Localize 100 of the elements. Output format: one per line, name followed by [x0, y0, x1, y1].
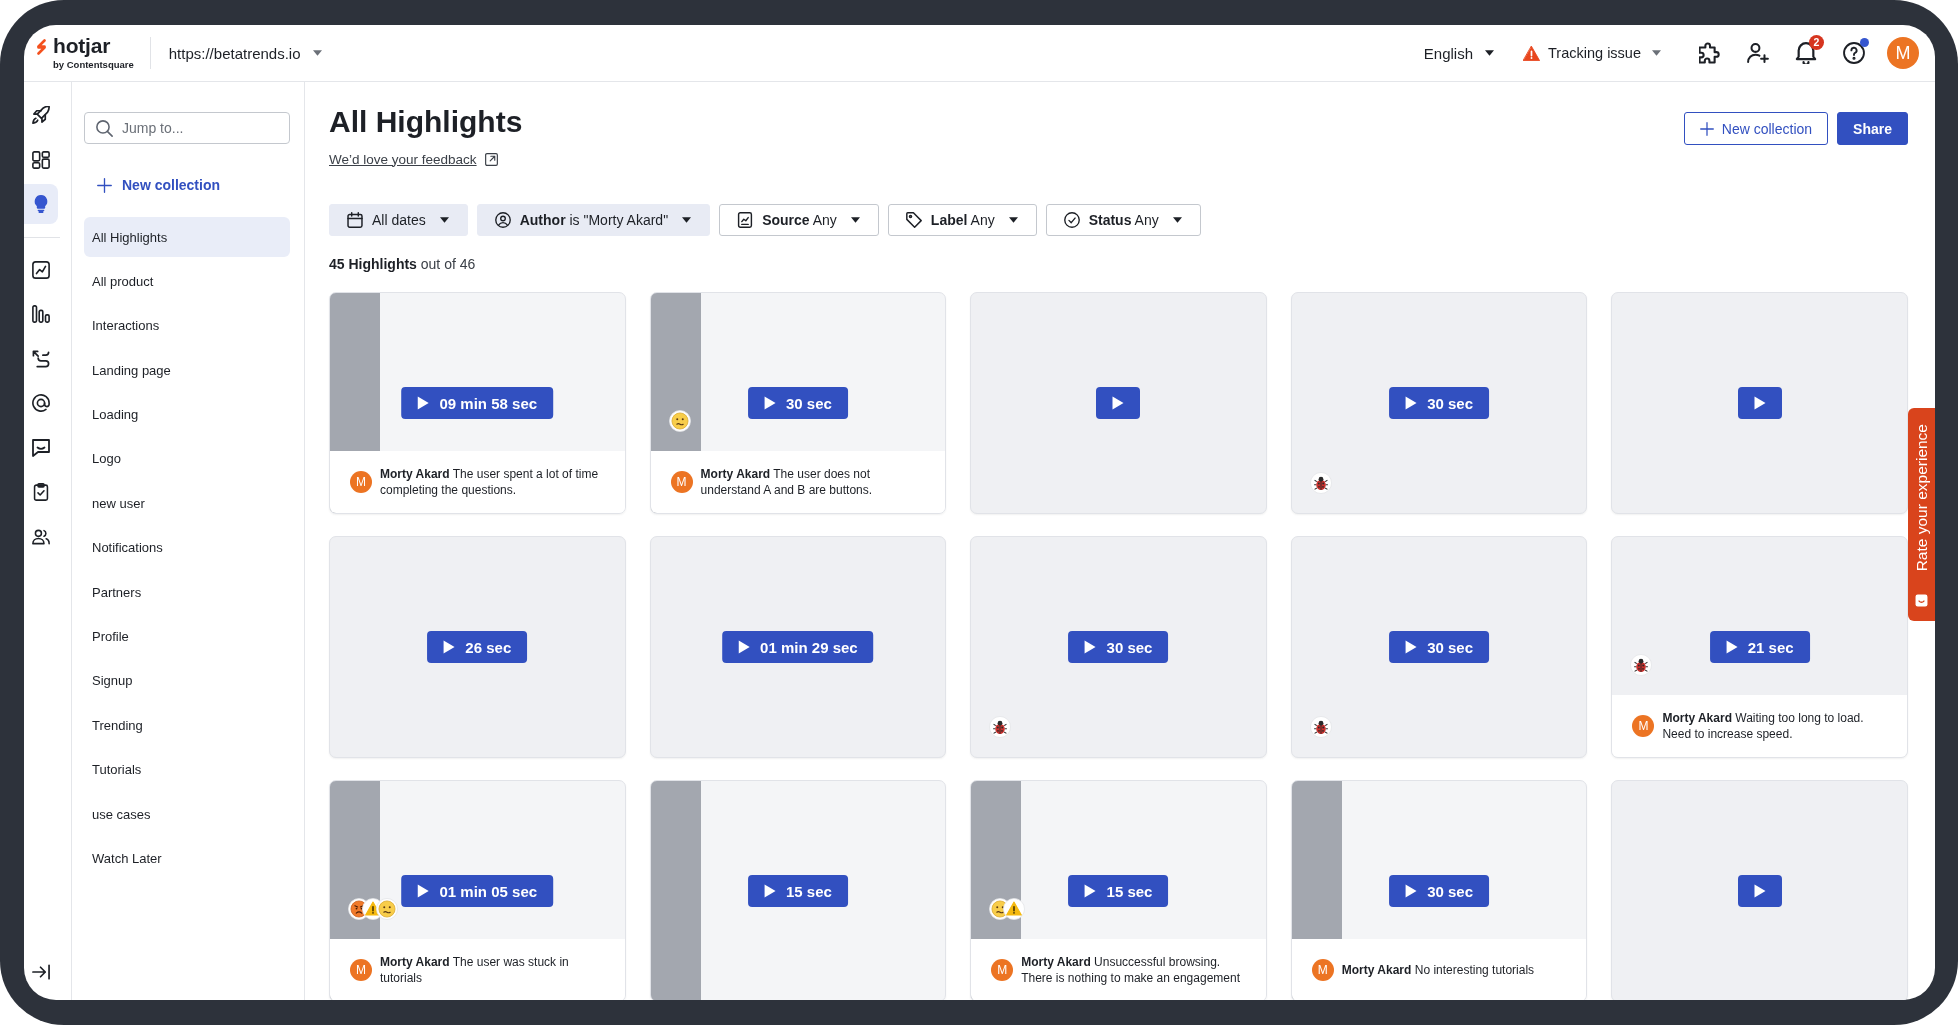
external-link-icon	[484, 152, 498, 166]
route-icon	[32, 349, 50, 368]
confused-face-icon	[668, 410, 691, 432]
collection-item[interactable]: Signup	[84, 660, 290, 701]
highlight-note: Morty Akard The user was stuck in tutorials	[380, 954, 570, 986]
highlight-count: 45 Highlights out of 46	[329, 255, 477, 274]
language-selector[interactable]: English	[1423, 44, 1495, 62]
tracking-issue-button[interactable]: Tracking issue	[1523, 45, 1661, 61]
feedback-tab[interactable]: Rate your experience	[1908, 408, 1935, 621]
play-button[interactable]: 01 min 05 sec	[401, 875, 554, 907]
warning-icon	[1003, 898, 1026, 920]
play-button[interactable]: 30 sec	[1389, 387, 1490, 419]
collection-item[interactable]: All product	[84, 261, 290, 302]
play-button[interactable]: 30 sec	[1389, 631, 1490, 663]
ladybug-icon	[1309, 716, 1332, 738]
logo-icon	[35, 39, 48, 55]
collection-item[interactable]: Trending	[84, 705, 290, 746]
caret-icon	[850, 217, 860, 223]
play-button[interactable]: 01 min 29 sec	[722, 631, 874, 663]
logo-byline: by Contentsquare	[53, 59, 134, 71]
highlight-note: Morty Akard The user spent a lot of time completing the questions.	[380, 466, 600, 498]
warning-icon	[1523, 45, 1541, 61]
play-button[interactable]	[1096, 387, 1141, 419]
filter-dropdown[interactable]: Label Any	[887, 204, 1037, 236]
rocket-icon	[32, 106, 50, 124]
caret-icon	[1008, 217, 1018, 223]
play-button[interactable]	[1737, 387, 1782, 419]
author-avatar: M	[1632, 715, 1655, 737]
site-selector[interactable]: https://betatrends.io	[168, 44, 322, 62]
ladybug-icon	[1309, 472, 1332, 494]
filter-dropdown[interactable]: Source Any	[719, 204, 879, 236]
caret-icon	[1652, 50, 1661, 56]
ladybug-icon	[989, 716, 1012, 738]
collection-item[interactable]: Interactions	[84, 305, 290, 346]
collection-item[interactable]: Partners	[84, 572, 290, 613]
author-avatar: M	[1311, 959, 1334, 981]
add-user-icon[interactable]	[1747, 42, 1769, 64]
play-button[interactable]: 15 sec	[1068, 875, 1169, 907]
ladybug-icon	[1630, 654, 1653, 676]
line-chart-icon	[32, 260, 50, 279]
collection-item[interactable]: Logo	[84, 438, 290, 479]
people-icon	[32, 527, 50, 546]
document-chart-icon	[737, 212, 754, 228]
play-icon	[763, 396, 776, 410]
plus-icon	[1699, 121, 1714, 136]
new-collection-link[interactable]: New collection	[84, 166, 221, 204]
chat-bubble-icon	[32, 438, 50, 457]
collection-item[interactable]: new user	[84, 483, 290, 524]
tag-icon	[905, 212, 922, 228]
author-avatar: M	[350, 471, 372, 493]
play-button[interactable]: 21 sec	[1709, 631, 1810, 663]
author-avatar: M	[670, 471, 693, 493]
caret-icon	[682, 217, 692, 223]
highlight-note: Morty Akard No interesting tutorials	[1341, 962, 1536, 978]
play-icon	[1112, 396, 1125, 410]
puzzle-icon[interactable]	[1699, 42, 1721, 64]
play-icon	[417, 396, 430, 410]
play-icon	[1753, 884, 1766, 898]
filter-dropdown[interactable]: Status Any	[1045, 204, 1201, 236]
help-icon[interactable]	[1843, 42, 1865, 64]
search-field[interactable]: Jump to...	[84, 112, 290, 144]
clipboard-check-icon	[32, 483, 50, 501]
play-button[interactable]: 30 sec	[747, 387, 848, 419]
author-avatar: M	[991, 959, 1014, 981]
play-icon	[763, 884, 776, 898]
play-icon	[443, 640, 456, 654]
author-avatar: M	[350, 959, 372, 981]
user-circle-icon	[494, 212, 511, 228]
filter-dropdown[interactable]: Author is "Morty Akard"	[476, 204, 711, 236]
collection-item[interactable]: Landing page	[84, 350, 290, 391]
play-button[interactable]	[1737, 875, 1782, 907]
dashboard-grid-icon	[32, 150, 50, 169]
collection-item[interactable]: Notifications	[84, 527, 290, 568]
caret-icon	[1172, 217, 1182, 223]
highlight-note: Morty Akard Waiting too long to load. Need to increase speed.	[1662, 710, 1865, 742]
bar-chart-icon	[32, 305, 50, 323]
collection-item[interactable]: Watch Later	[84, 838, 290, 879]
feedback-link[interactable]: We’d love your feedback	[329, 150, 498, 168]
collection-item[interactable]: Loading	[84, 394, 290, 435]
play-button[interactable]: 26 sec	[427, 631, 528, 663]
check-circle-icon	[1063, 212, 1080, 228]
play-icon	[738, 640, 751, 654]
lightbulb-icon	[32, 195, 50, 213]
page-title: All Highlights	[329, 104, 523, 140]
collection-item[interactable]: use cases	[84, 794, 290, 835]
play-button[interactable]: 30 sec	[1389, 875, 1490, 907]
collection-item[interactable]: Profile	[84, 616, 290, 657]
filter-dropdown[interactable]: All dates	[329, 204, 468, 236]
play-icon	[1084, 884, 1097, 898]
collection-item[interactable]: Tutorials	[84, 749, 290, 790]
share-button[interactable]: Share	[1837, 112, 1908, 145]
play-button[interactable]: 15 sec	[747, 875, 848, 907]
new-collection-button[interactable]: New collection	[1683, 112, 1829, 145]
caret-icon	[1485, 50, 1495, 56]
at-sign-icon	[32, 394, 50, 412]
collection-item[interactable]: All Highlights	[84, 217, 290, 257]
play-button[interactable]: 09 min 58 sec	[401, 387, 554, 419]
play-icon	[1725, 640, 1738, 654]
logo-wordmark: hotjar	[53, 35, 112, 57]
play-button[interactable]: 30 sec	[1068, 631, 1169, 663]
